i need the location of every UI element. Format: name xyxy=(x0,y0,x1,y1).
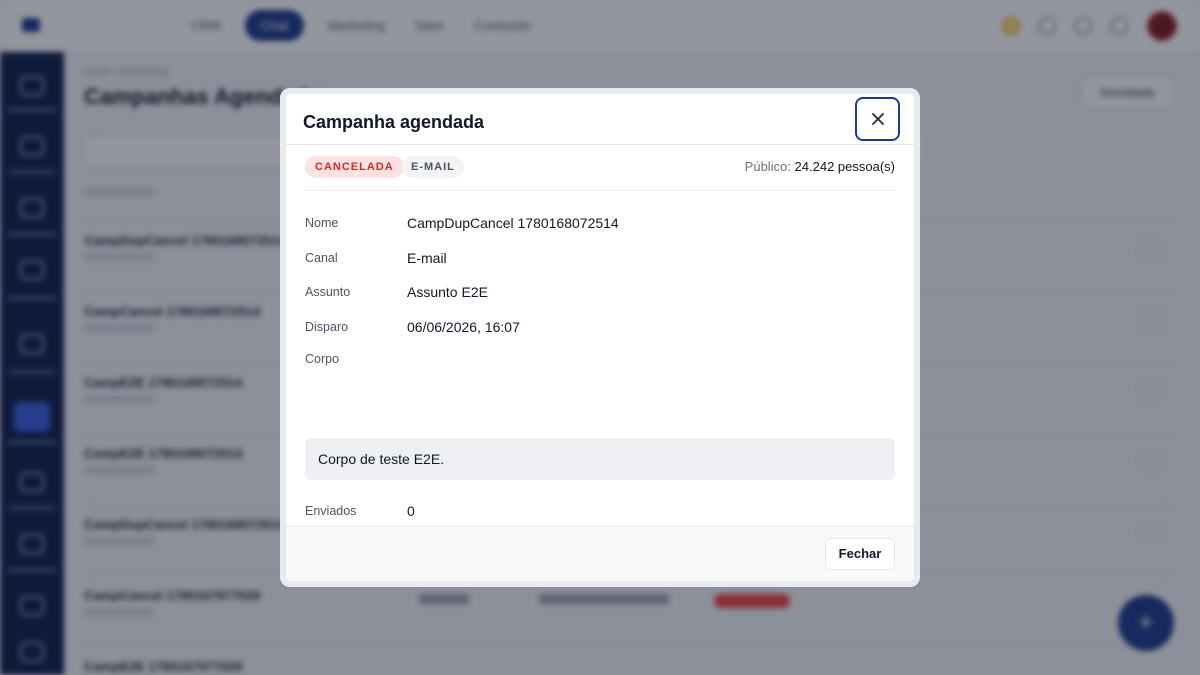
field-value: CampDupCancel 1780168072514 xyxy=(407,215,619,231)
modal-title: Campanha agendada xyxy=(303,112,485,132)
channel-badge: E-MAIL xyxy=(402,156,464,178)
close-icon xyxy=(871,113,884,125)
modal-footer: Fechar xyxy=(286,526,914,581)
modal-header: Campanha agendada xyxy=(286,94,914,145)
audience-label: Público: xyxy=(744,159,791,174)
field-label: Assunto xyxy=(305,285,351,299)
close-button[interactable] xyxy=(855,97,900,141)
field-label: Nome xyxy=(305,216,339,230)
audience-info: Público: 24.242 pessoa(s) xyxy=(745,159,895,174)
field-value: 06/06/2026, 16:07 xyxy=(407,319,520,335)
field-value: Assunto E2E xyxy=(407,284,488,300)
field-value: E-mail xyxy=(407,250,447,266)
field-label: Canal xyxy=(305,251,338,265)
field-label: Disparo xyxy=(305,320,349,334)
body-content: Corpo de teste E2E. xyxy=(305,438,895,480)
field-label: Corpo xyxy=(305,352,340,366)
fechar-button[interactable]: Fechar xyxy=(825,538,895,570)
status-badge: CANCELADA xyxy=(305,156,404,178)
campaign-meta: CANCELADA E-MAIL Público: 24.242 pessoa(… xyxy=(305,145,895,191)
campaign-detail-modal: Campanha agendada CANCELADA E-MAIL Públi… xyxy=(280,88,920,587)
field-value: 0 xyxy=(407,503,415,519)
audience-value: 24.242 pessoa(s) xyxy=(794,159,895,174)
modal-body: CANCELADA E-MAIL Público: 24.242 pessoa(… xyxy=(305,145,895,525)
field-label: Enviados xyxy=(305,504,357,518)
